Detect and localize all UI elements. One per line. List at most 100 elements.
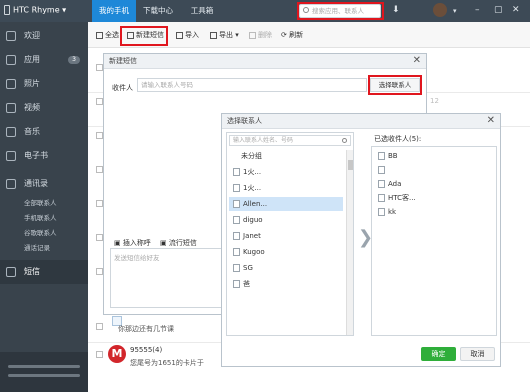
person-icon <box>378 166 385 174</box>
top-bar: HTC Rhyme ▾ 我的手机 下载中心 工具箱 搜索应用、联系人 ⬇ ▾ –… <box>0 0 530 22</box>
row-checkbox[interactable] <box>96 64 103 71</box>
import-icon <box>176 31 183 39</box>
import-button[interactable]: 导入 <box>176 30 199 40</box>
sidebar-item-sms[interactable]: 短信 <box>0 260 88 284</box>
export-icon <box>210 31 217 39</box>
list-item-preview: 您尾号为1651的卡片于 <box>130 359 204 367</box>
sidebar-subitem-all-contacts[interactable]: 全部联系人 <box>24 197 57 207</box>
row-checkbox[interactable] <box>96 268 103 275</box>
sidebar-item-music[interactable]: 音乐 <box>0 120 88 144</box>
recipient-name: Ada <box>388 180 402 188</box>
sidebar-item-label: 通讯录 <box>24 179 48 188</box>
book-icon <box>6 151 16 161</box>
person-icon <box>233 264 240 272</box>
contact-list-scrollbar[interactable] <box>346 150 353 335</box>
contact-item[interactable]: Allen... <box>229 197 343 211</box>
selected-recipients-label: 已选收件人(5): <box>374 135 422 143</box>
sidebar-item-apps[interactable]: 应用 3 <box>0 48 88 72</box>
row-checkbox[interactable] <box>96 323 103 330</box>
person-icon <box>378 194 385 202</box>
select-all-label: 全选 <box>105 31 119 39</box>
contact-item[interactable]: diguo <box>229 213 343 227</box>
sidebar-item-label: 短信 <box>24 267 40 276</box>
tab-download-center[interactable]: 下载中心 <box>136 0 180 22</box>
contact-name: Kugoo <box>243 248 265 256</box>
recipient-name: HTC客... <box>388 194 416 202</box>
restore-icon[interactable]: ▢ <box>494 5 503 15</box>
row-checkbox[interactable] <box>96 351 103 358</box>
sidebar-subitem-phone-contacts[interactable]: 手机联系人 <box>24 212 57 222</box>
delete-label: 删除 <box>258 31 272 39</box>
dialog-title: 新建短信 <box>104 54 426 69</box>
message-textarea[interactable]: 发送短信给好友 <box>110 248 222 308</box>
recipient-item[interactable]: kk <box>374 205 396 219</box>
contact-item[interactable]: Kugoo <box>229 245 343 259</box>
refresh-label: 刷新 <box>289 31 304 39</box>
close-icon[interactable]: ✕ <box>512 5 520 15</box>
sidebar-item-label: 音乐 <box>24 127 40 136</box>
sidebar-subitem-call-log[interactable]: 通话记录 <box>24 242 50 252</box>
bank-logo-icon: M <box>108 345 126 363</box>
contact-item[interactable]: Janet <box>229 229 343 243</box>
menu-icon[interactable]: ▾ <box>453 7 457 15</box>
refresh-icon: ⟳ <box>281 31 290 39</box>
sidebar-item-ebooks[interactable]: 电子书 <box>0 144 88 168</box>
minimize-icon[interactable]: – <box>475 5 480 15</box>
refresh-button[interactable]: ⟳ 刷新 <box>281 30 303 40</box>
recipient-item[interactable]: HTC客... <box>374 191 416 205</box>
contact-group-ungrouped[interactable]: 未分组 <box>229 149 343 163</box>
tab-my-phone[interactable]: 我的手机 <box>92 0 136 22</box>
sidebar-item-label: 欢迎 <box>24 31 40 40</box>
person-icon <box>233 280 240 288</box>
search-icon <box>342 138 347 143</box>
row-checkbox[interactable] <box>96 166 103 173</box>
recipient-name: BB <box>388 152 398 160</box>
close-icon[interactable]: ✕ <box>413 55 421 66</box>
sidebar-item-contacts[interactable]: 通讯录 <box>0 172 88 196</box>
avatar[interactable] <box>433 3 447 17</box>
recipient-item[interactable]: Ada <box>374 177 401 191</box>
contact-item[interactable]: 爸 <box>229 277 343 291</box>
download-icon[interactable]: ⬇ <box>392 5 400 15</box>
popular-sms-button[interactable]: ▣ 流行短信 <box>160 238 197 248</box>
dialog-title: 选择联系人 <box>222 114 500 129</box>
row-checkbox[interactable] <box>96 98 103 105</box>
recipient-item[interactable]: BB <box>374 149 398 163</box>
confirm-button[interactable]: 确定 <box>421 347 456 361</box>
highlight-frame-search <box>297 2 384 20</box>
delete-button[interactable]: 删除 <box>249 30 272 40</box>
contact-item[interactable]: 1火... <box>229 165 343 179</box>
scrollbar-thumb[interactable] <box>348 160 353 170</box>
device-selector[interactable]: HTC Rhyme ▾ <box>4 5 66 15</box>
sidebar-subitem-google-contacts[interactable]: 谷歌联系人 <box>24 227 57 237</box>
insert-greeting-button[interactable]: ▣ 插入称呼 <box>114 238 151 248</box>
highlight-frame-new-sms <box>120 26 168 46</box>
contact-name: diguo <box>243 216 263 224</box>
row-checkbox[interactable] <box>96 200 103 207</box>
highlight-frame-select-contacts <box>368 75 422 95</box>
sidebar-item-label: 应用 <box>24 55 40 64</box>
person-icon <box>233 216 240 224</box>
list-item-preview: 你那边还有几节课 <box>118 325 174 333</box>
sidebar-item-photos[interactable]: 照片 <box>0 72 88 96</box>
row-checkbox[interactable] <box>96 132 103 139</box>
sidebar-item-videos[interactable]: 视频 <box>0 96 88 120</box>
greeting-icon: ▣ <box>114 239 123 247</box>
select-all-checkbox[interactable]: 全选 <box>96 30 119 40</box>
insert-greeting-label: 插入称呼 <box>122 239 151 247</box>
contact-item[interactable]: SG <box>229 261 343 275</box>
contact-search-input[interactable]: 输入联系人姓名、号码 <box>229 135 351 146</box>
video-icon <box>6 103 16 113</box>
sidebar-item-welcome[interactable]: 欢迎 <box>0 24 88 48</box>
close-icon[interactable]: ✕ <box>487 115 495 126</box>
export-button[interactable]: 导出 ▾ <box>210 30 239 40</box>
cancel-button[interactable]: 取消 <box>460 347 495 361</box>
recipient-item[interactable] <box>374 163 388 177</box>
export-label: 导出 <box>219 31 233 39</box>
apps-count-badge: 3 <box>68 56 80 64</box>
contact-item[interactable]: 1火... <box>229 181 343 195</box>
row-checkbox[interactable] <box>96 234 103 241</box>
contact-name: 爸 <box>243 280 250 288</box>
tab-toolbox[interactable]: 工具箱 <box>180 0 224 22</box>
recipient-input[interactable]: 请输入联系人号码 <box>137 78 367 92</box>
